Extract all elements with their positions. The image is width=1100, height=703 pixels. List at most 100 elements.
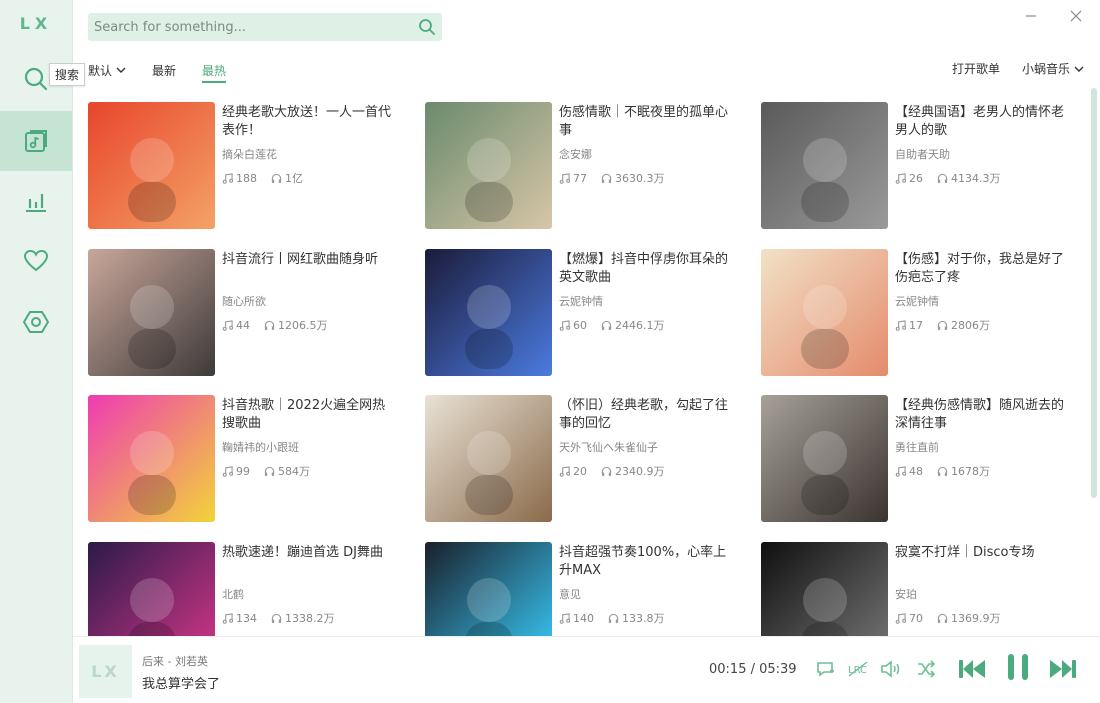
search-submit-button[interactable] <box>412 13 442 41</box>
playlist-title[interactable]: 【经典伤感情歌】随风逝去的深情往事 <box>895 397 1071 433</box>
search-tooltip: 搜索 <box>49 63 86 86</box>
playlist-title[interactable]: 【经典国语】老男人的情怀老男人的歌 <box>895 104 1071 140</box>
comment-icon <box>817 662 834 677</box>
playlist-card[interactable]: 【经典伤感情歌】随风逝去的深情往事 勇往直前 48 1678万 <box>761 395 1071 523</box>
playlist-card[interactable]: 【伤感】对于你，我总是好了伤疤忘了疼 云妮钟情 17 2806万 <box>761 249 1071 377</box>
music-note-icon <box>559 612 570 624</box>
playlist-card[interactable]: 抖音超强节奏100%，心率上升MAX 意见 140 133.8万 <box>425 542 735 636</box>
playlist-title[interactable]: 【伤感】对于你，我总是好了伤疤忘了疼 <box>895 251 1071 287</box>
playlist-card[interactable]: 寂寞不打烊｜Disco专场安珀 70 1369.9万 <box>761 542 1071 636</box>
music-note-icon <box>222 172 233 184</box>
sidebar-item-settings[interactable] <box>0 292 72 352</box>
skip-previous-icon <box>959 660 985 678</box>
music-note-icon <box>222 319 233 331</box>
tab-newest[interactable]: 最新 <box>152 62 176 79</box>
playlist-stats: 140 133.8万 <box>559 610 665 626</box>
minimize-button[interactable] <box>1020 6 1042 26</box>
playlist-card[interactable]: 【经典国语】老男人的情怀老男人的歌自助者天助 26 4134.3万 <box>761 102 1071 230</box>
playlist-stats: 99 584万 <box>222 463 310 479</box>
play-count: 584万 <box>264 463 310 479</box>
previous-button[interactable] <box>957 657 987 681</box>
playlist-title[interactable]: 【燃爆】抖音中俘虏你耳朵的英文歌曲 <box>559 251 735 287</box>
playlist-cover[interactable] <box>88 542 215 636</box>
playlist-cover[interactable] <box>88 395 215 522</box>
settings-icon <box>23 311 49 333</box>
playlist-card[interactable]: 【燃爆】抖音中俘虏你耳朵的英文歌曲 云妮钟情 60 2446.1万 <box>425 249 735 377</box>
song-count: 44 <box>222 317 250 333</box>
tab-hottest[interactable]: 最热 <box>202 62 227 83</box>
playlist-author: 云妮钟情 <box>559 295 603 308</box>
playlist-card[interactable]: 抖音热歌｜2022火遍全网热搜歌曲 鞠婧祎的小跟班 99 584万 <box>88 395 398 523</box>
player-cover[interactable]: LX <box>79 645 132 698</box>
tab-label: 默认 <box>88 63 113 78</box>
open-playlist-button[interactable]: 打开歌单 <box>952 60 1000 77</box>
playlist-author: 安珀 <box>895 588 917 601</box>
player-lyric: 我总算学会了 <box>142 677 221 692</box>
search-input[interactable] <box>88 13 412 41</box>
next-button[interactable] <box>1048 657 1078 681</box>
app-logo: LX <box>19 14 53 33</box>
skip-next-icon <box>1050 660 1076 678</box>
pause-button[interactable] <box>1003 654 1033 680</box>
song-count: 20 <box>559 463 587 479</box>
playlist-title[interactable]: 热歌速递！蹦迪首选 DJ舞曲 <box>222 544 398 562</box>
play-count: 2806万 <box>937 317 990 333</box>
playlist-cover[interactable] <box>761 542 888 636</box>
playlist-cover[interactable] <box>761 249 888 376</box>
playlist-cover[interactable] <box>761 102 888 229</box>
playlist-card[interactable]: （怀旧）经典老歌，勾起了往事的回忆 天外飞仙ヘ朱雀仙子 20 2340.9万 <box>425 395 735 523</box>
main-panel: 默认 最新 最热 打开歌单 小蜗音乐 经典老歌大放送！一人一首代表作！ 摘朵白莲花… <box>72 0 1100 703</box>
playlist-cover[interactable] <box>425 542 552 636</box>
song-count: 70 <box>895 610 923 626</box>
music-note-icon <box>895 319 906 331</box>
playlist-cover[interactable] <box>425 249 552 376</box>
playlist-title[interactable]: 抖音超强节奏100%，心率上升MAX <box>559 544 735 580</box>
play-count: 1369.9万 <box>937 610 1001 626</box>
playlist-stats: 70 1369.9万 <box>895 610 1001 626</box>
playlist-cover[interactable] <box>88 102 215 229</box>
lyric-button[interactable]: LRC <box>846 657 870 681</box>
playlist-cover[interactable] <box>425 395 552 522</box>
song-count: 134 <box>222 610 257 626</box>
source-select[interactable]: 小蜗音乐 <box>1022 60 1084 77</box>
volume-button[interactable] <box>879 657 903 681</box>
close-window-button[interactable] <box>1065 6 1087 26</box>
song-count: 17 <box>895 317 923 333</box>
play-count: 3630.3万 <box>601 170 665 186</box>
playlist-title[interactable]: （怀旧）经典老歌，勾起了往事的回忆 <box>559 397 735 433</box>
playlist-author: 勇往直前 <box>895 441 939 454</box>
playlist-author: 随心所欲 <box>222 295 266 308</box>
scrollbar[interactable] <box>1091 88 1097 498</box>
sidebar-item-songlist[interactable] <box>0 111 72 171</box>
playlist-card[interactable]: 热歌速递！蹦迪首选 DJ舞曲 北鹤 134 1338.2万 <box>88 542 398 636</box>
playlist-card[interactable]: 伤感情歌｜不眠夜里的孤单心事 念安娜 77 3630.3万 <box>425 102 735 230</box>
playlist-title[interactable]: 寂寞不打烊｜Disco专场 <box>895 544 1071 562</box>
comment-button[interactable] <box>813 657 837 681</box>
sort-tabs: 默认 最新 最热 <box>88 60 252 83</box>
playlist-card[interactable]: 经典老歌大放送！一人一首代表作！ 摘朵白莲花 188 1亿 <box>88 102 398 230</box>
play-count: 2340.9万 <box>601 463 665 479</box>
player-time: 00:15 / 05:39 <box>709 662 797 677</box>
sidebar-item-leaderboard[interactable] <box>0 171 72 231</box>
player-artist: 后来 - 刘若英 <box>142 655 208 668</box>
playlist-card[interactable]: 抖音流行丨网红歌曲随身听 随心所欲 44 1206.5万 <box>88 249 398 377</box>
playlist-title[interactable]: 抖音流行丨网红歌曲随身听 <box>222 251 398 269</box>
headphones-icon <box>937 320 948 330</box>
playlist-cover[interactable] <box>761 395 888 522</box>
pause-icon <box>1008 654 1028 680</box>
playlist-cover[interactable] <box>425 102 552 229</box>
headphones-icon <box>601 466 612 476</box>
play-count: 1678万 <box>937 463 990 479</box>
tab-default[interactable]: 默认 <box>88 62 126 79</box>
playlist-stats: 26 4134.3万 <box>895 170 1001 186</box>
shuffle-button[interactable] <box>914 657 938 681</box>
sidebar-item-favorites[interactable] <box>0 231 72 291</box>
playlist-title[interactable]: 经典老歌大放送！一人一首代表作！ <box>222 104 398 140</box>
music-note-icon <box>222 612 233 624</box>
search-icon <box>419 19 435 35</box>
playlist-title[interactable]: 抖音热歌｜2022火遍全网热搜歌曲 <box>222 397 398 433</box>
playlist-author: 自助者天助 <box>895 148 950 161</box>
playlist-cover[interactable] <box>88 249 215 376</box>
playlist-title[interactable]: 伤感情歌｜不眠夜里的孤单心事 <box>559 104 735 140</box>
headphones-icon <box>937 466 948 476</box>
